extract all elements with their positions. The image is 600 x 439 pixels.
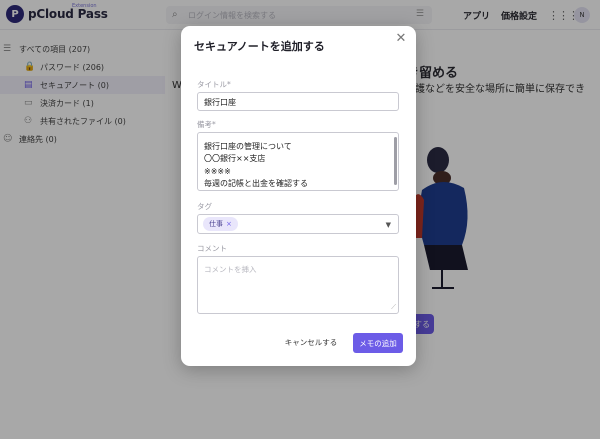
add-secure-note-dialog: セキュアノートを追加する ✕ タイトル* 銀行口座 備考* 銀行口座の管理につい… xyxy=(181,26,416,366)
chevron-down-icon[interactable]: ▼ xyxy=(386,221,391,229)
notes-line: 銀行口座の管理について xyxy=(204,142,292,151)
notes-scrollbar[interactable] xyxy=(394,137,397,185)
tag-chip[interactable]: 仕事 × xyxy=(203,217,238,231)
add-note-button[interactable]: メモの追加 xyxy=(353,333,403,353)
title-label: タイトル* xyxy=(197,80,231,89)
tag-label: タグ xyxy=(197,202,212,211)
cancel-button[interactable]: キャンセルする xyxy=(282,332,340,352)
notes-textarea[interactable]: 銀行口座の管理について 〇〇銀行××支店 ※※※※ 毎週の記帳と出金を確認する xyxy=(197,132,399,191)
tag-chip-label: 仕事 xyxy=(209,220,223,228)
dialog-title: セキュアノートを追加する xyxy=(194,40,325,53)
notes-line: ※※※※ xyxy=(204,166,231,176)
title-input[interactable]: 銀行口座 xyxy=(197,92,399,111)
tag-select[interactable]: 仕事 × ▼ xyxy=(197,214,399,234)
notes-line: 〇〇銀行××支店 xyxy=(204,154,266,164)
resize-handle-icon[interactable]: ⟋ xyxy=(391,303,396,312)
close-icon[interactable]: ✕ xyxy=(394,31,408,46)
notes-line: 毎週の記帳と出金を確認する xyxy=(204,178,308,188)
comment-label: コメント xyxy=(197,244,227,253)
remove-tag-icon[interactable]: × xyxy=(226,220,232,228)
comment-placeholder: コメントを挿入 xyxy=(204,265,257,274)
notes-label: 備考* xyxy=(197,120,216,129)
comment-textarea[interactable]: コメントを挿入 ⟋ xyxy=(197,256,399,314)
